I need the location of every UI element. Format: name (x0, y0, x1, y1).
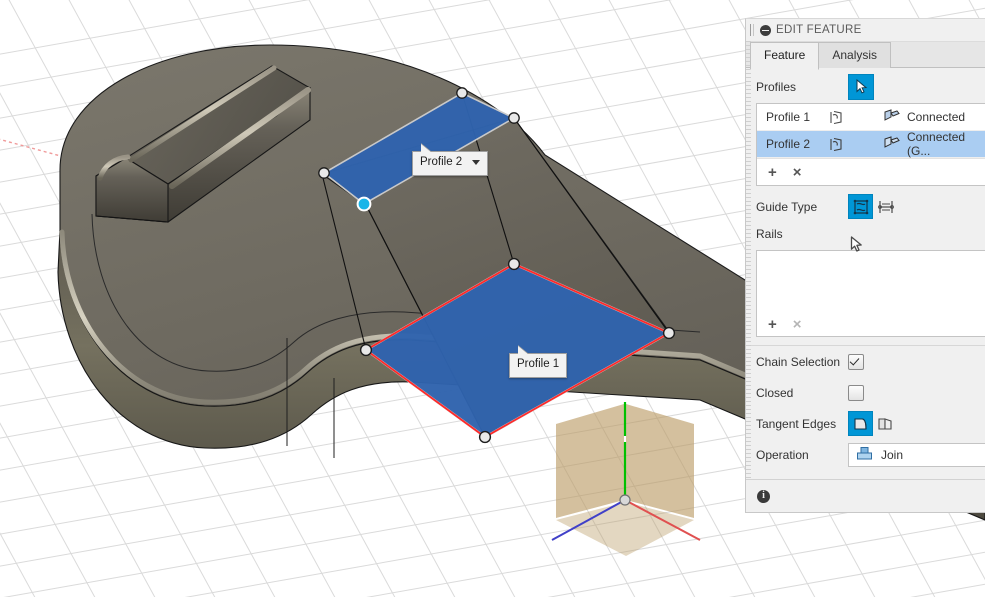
profile-shape-icon (828, 137, 884, 152)
profile-row-2[interactable]: Profile 2 Connected (G... (757, 131, 985, 158)
tangent-smooth-icon (853, 416, 869, 432)
profile-row-1-continuity: Connected (907, 110, 965, 124)
tangent-edges-sharp-button[interactable] (873, 411, 898, 436)
rails-listbox[interactable]: + × (756, 250, 985, 337)
tangent-edges-row: Tangent Edges (746, 408, 985, 439)
tab-analysis[interactable]: Analysis (818, 42, 891, 68)
connected-icon (884, 136, 900, 152)
profiles-label: Profiles (756, 80, 848, 94)
origin-plane-xz (556, 404, 624, 518)
closed-checkbox[interactable] (848, 385, 864, 401)
profiles-list-footer: + × (757, 158, 985, 185)
profile-1-callout-label: Profile 1 (517, 359, 559, 371)
profile-row-2-name: Profile 2 (766, 137, 828, 151)
profile-2-callout[interactable]: Profile 2 (412, 151, 488, 176)
guide-type-label: Guide Type (756, 200, 848, 214)
panel-tabs[interactable]: Feature Analysis (746, 42, 985, 68)
profile-row-2-continuity: Connected (G... (907, 130, 985, 158)
origin-point (620, 495, 630, 505)
info-icon[interactable]: i (757, 490, 770, 503)
remove-profile-button[interactable]: × (793, 165, 802, 180)
profiles-select-button[interactable] (848, 74, 874, 100)
profile-shape-icon (828, 110, 884, 125)
callout-caret-icon (518, 346, 529, 355)
add-profile-button[interactable]: + (768, 165, 777, 180)
remove-rail-button[interactable]: × (793, 317, 802, 332)
guide-type-rails-button[interactable] (848, 194, 873, 219)
closed-row: Closed (746, 377, 985, 408)
profile-1-callout[interactable]: Profile 1 (509, 353, 567, 378)
profile-row-1[interactable]: Profile 1 Connected (757, 104, 985, 131)
rails-row: Rails (746, 221, 985, 247)
operation-label: Operation (756, 448, 848, 462)
profiles-listbox[interactable]: Profile 1 Connected (756, 103, 985, 186)
app-root: Profile 2 Profile 1 EDIT FEATURE Feature… (0, 0, 985, 597)
profile-2-callout-label: Profile 2 (420, 157, 462, 169)
panel-footer: i (746, 479, 985, 512)
chain-selection-checkbox[interactable] (848, 354, 864, 370)
origin-plane-yz (626, 404, 694, 518)
profile-row-1-name: Profile 1 (766, 110, 828, 124)
profile-2-active-vertex (358, 198, 371, 211)
panel-title: EDIT FEATURE (776, 24, 862, 36)
closed-label: Closed (756, 386, 848, 400)
drag-grip-icon[interactable] (750, 24, 755, 36)
guide-type-centerline-button[interactable] (873, 194, 898, 219)
panel-titlebar[interactable]: EDIT FEATURE (746, 19, 985, 42)
panel-drag-grip[interactable] (746, 41, 751, 512)
chain-selection-label: Chain Selection (756, 355, 848, 369)
circle-minus-icon[interactable] (760, 25, 771, 36)
edit-feature-panel[interactable]: EDIT FEATURE Feature Analysis Profiles P… (745, 18, 985, 513)
connected-icon (884, 109, 900, 125)
guide-type-row: Guide Type (746, 192, 985, 221)
callout-caret-icon (421, 144, 432, 153)
chain-selection-row: Chain Selection (746, 346, 985, 377)
origin-indicator (552, 402, 700, 556)
operation-value: Join (881, 448, 903, 462)
operation-row: Operation Join (746, 439, 985, 470)
operation-combobox[interactable]: Join (848, 443, 985, 467)
mouse-pointer-icon (850, 236, 864, 254)
tangent-edges-smooth-button[interactable] (848, 411, 873, 436)
rails-guide-icon (853, 199, 869, 215)
rails-list-footer: + × (768, 317, 802, 332)
rails-label: Rails (756, 227, 848, 241)
add-rail-button[interactable]: + (768, 317, 777, 332)
tangent-edges-label: Tangent Edges (756, 417, 848, 431)
chevron-down-icon[interactable] (472, 160, 480, 165)
centerline-guide-icon (877, 199, 895, 215)
join-icon (856, 446, 873, 464)
tab-feature[interactable]: Feature (750, 42, 819, 70)
profiles-row: Profiles (746, 72, 985, 101)
tangent-sharp-icon (877, 416, 895, 432)
cursor-select-icon (855, 79, 868, 94)
